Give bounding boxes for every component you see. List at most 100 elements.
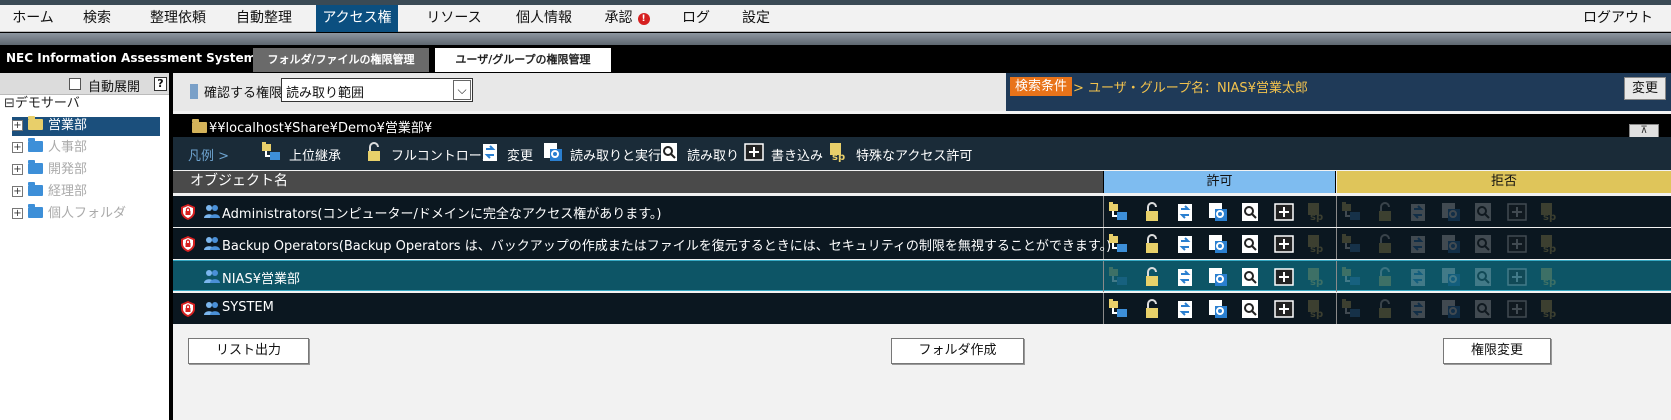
table-row[interactable]: NIAS¥営業部 sp sp <box>173 260 1671 292</box>
inherit-icon[interactable] <box>1108 298 1130 320</box>
menu-log[interactable]: ログ <box>672 5 720 32</box>
help-button[interactable]: ? <box>154 77 167 91</box>
inherit-icon[interactable] <box>1108 233 1130 255</box>
menu-cleanup-request[interactable]: 整理依頼 <box>138 5 218 32</box>
modify-icon[interactable] <box>1174 233 1196 255</box>
full-control-icon[interactable] <box>1374 298 1396 320</box>
modify-icon[interactable] <box>1407 266 1429 288</box>
svg-text:sp: sp <box>1310 244 1323 255</box>
special-icon[interactable]: sp <box>1306 266 1328 288</box>
tree-item-personal[interactable]: + 個人フォルダ <box>12 204 126 224</box>
full-control-icon[interactable] <box>1374 266 1396 288</box>
modify-icon[interactable] <box>1174 266 1196 288</box>
tree-root[interactable]: ⊟デモサーバ <box>4 95 80 114</box>
write-icon[interactable] <box>1506 233 1528 255</box>
read-icon[interactable] <box>1240 266 1262 288</box>
tree-item-hr[interactable]: + 人事部 <box>12 138 87 158</box>
write-icon[interactable] <box>1506 298 1528 320</box>
modify-icon[interactable] <box>1407 201 1429 223</box>
read-icon[interactable] <box>1240 201 1262 223</box>
table-row[interactable]: Administrators(コンピューター/ドメインに完全なアクセス権がありま… <box>173 196 1671 227</box>
write-icon[interactable] <box>1506 266 1528 288</box>
auto-expand-checkbox[interactable] <box>69 78 81 90</box>
collapse-up-icon[interactable]: ⊼ <box>1629 124 1659 138</box>
tree-item-sales[interactable]: + 営業部 <box>12 116 160 136</box>
menu-settings[interactable]: 設定 <box>730 5 782 32</box>
full-control-icon[interactable] <box>1141 298 1163 320</box>
special-icon[interactable]: sp <box>1539 298 1561 320</box>
inherit-icon[interactable] <box>1108 266 1130 288</box>
inherit-icon[interactable] <box>1341 266 1363 288</box>
legend-item-read-execute: 読み取りと実行 <box>542 143 661 165</box>
write-icon[interactable] <box>1273 298 1295 320</box>
menu-approval[interactable]: 承認! <box>592 5 662 32</box>
read-execute-icon[interactable] <box>1207 298 1229 320</box>
table-row[interactable]: Backup Operators(Backup Operators は、バックア… <box>173 228 1671 259</box>
full-control-icon[interactable] <box>1374 233 1396 255</box>
special-icon[interactable]: sp <box>1539 201 1561 223</box>
tree-item-accounting[interactable]: + 経理部 <box>12 182 87 202</box>
expand-icon[interactable]: + <box>12 164 23 175</box>
inherit-icon[interactable] <box>1108 201 1130 223</box>
write-icon[interactable] <box>1273 201 1295 223</box>
create-folder-button[interactable]: フォルダ作成 <box>891 338 1024 364</box>
special-icon[interactable]: sp <box>1306 298 1328 320</box>
special-icon[interactable]: sp <box>1306 233 1328 255</box>
tab-user-group-permissions[interactable]: ユーザ/グループの権限管理 <box>435 48 611 72</box>
expand-icon[interactable]: + <box>12 120 23 131</box>
read-icon[interactable] <box>1473 266 1495 288</box>
change-condition-button[interactable]: 変更 <box>1624 77 1666 100</box>
read-icon[interactable] <box>1240 298 1262 320</box>
chevron-down-icon[interactable]: ⌵ <box>453 80 471 100</box>
special-icon[interactable]: sp <box>1539 266 1561 288</box>
table-row[interactable]: SYSTEM sp sp <box>173 293 1671 324</box>
read-execute-icon[interactable] <box>1207 266 1229 288</box>
expand-icon[interactable]: + <box>12 142 23 153</box>
list-export-button[interactable]: リスト出力 <box>188 338 309 364</box>
read-icon[interactable] <box>1240 233 1262 255</box>
change-permissions-button[interactable]: 権限変更 <box>1443 338 1551 364</box>
write-icon[interactable] <box>1273 266 1295 288</box>
menu-personal-info[interactable]: 個人情報 <box>504 5 584 32</box>
expand-icon[interactable]: + <box>12 186 23 197</box>
full-control-icon[interactable] <box>1141 266 1163 288</box>
read-icon[interactable] <box>1473 298 1495 320</box>
tab-folder-file-permissions[interactable]: フォルダ/ファイルの権限管理 <box>253 48 429 72</box>
modify-icon[interactable] <box>1174 298 1196 320</box>
modify-icon[interactable] <box>1407 298 1429 320</box>
full-control-icon[interactable] <box>1374 201 1396 223</box>
read-icon[interactable] <box>1473 233 1495 255</box>
read-execute-icon[interactable] <box>1207 233 1229 255</box>
read-execute-icon[interactable] <box>1207 201 1229 223</box>
tree-item-dev[interactable]: + 開発部 <box>12 160 87 180</box>
modify-icon[interactable] <box>1407 233 1429 255</box>
read-execute-icon[interactable] <box>1440 201 1462 223</box>
menu-auto-cleanup[interactable]: 自動整理 <box>224 5 304 32</box>
write-icon[interactable] <box>1506 201 1528 223</box>
menu-resources[interactable]: リソース <box>414 5 494 32</box>
special-icon[interactable]: sp <box>1306 201 1328 223</box>
main-panel: 確認する権限 読み取り範囲 ⌵ 検索条件 > ユーザ・グループ名：NIAS¥営業… <box>173 73 1671 420</box>
legend-label: 変更 <box>507 148 534 164</box>
full-control-icon[interactable] <box>1141 201 1163 223</box>
collapse-icon[interactable]: ⊟ <box>4 96 15 111</box>
inherit-icon[interactable] <box>1341 201 1363 223</box>
read-execute-icon[interactable] <box>1440 298 1462 320</box>
expand-icon[interactable]: + <box>12 208 23 219</box>
write-icon[interactable] <box>1273 233 1295 255</box>
search-condition-panel: 検索条件 > ユーザ・グループ名：NIAS¥営業太郎 変更 <box>1006 73 1671 111</box>
menu-home[interactable]: ホーム <box>0 5 66 32</box>
read-icon[interactable] <box>1473 201 1495 223</box>
modify-icon[interactable] <box>1174 201 1196 223</box>
inherit-icon[interactable] <box>1341 233 1363 255</box>
inherit-icon[interactable] <box>1341 298 1363 320</box>
menu-search[interactable]: 検索 <box>72 5 122 32</box>
perm-select[interactable]: 読み取り範囲 ⌵ <box>281 78 473 102</box>
full-control-icon[interactable] <box>1141 233 1163 255</box>
menu-access-rights[interactable]: アクセス権 <box>316 5 398 32</box>
logout-link[interactable]: ログアウト <box>1583 5 1653 32</box>
user-group-icon <box>204 301 220 316</box>
read-execute-icon[interactable] <box>1440 266 1462 288</box>
read-execute-icon[interactable] <box>1440 233 1462 255</box>
special-icon[interactable]: sp <box>1539 233 1561 255</box>
